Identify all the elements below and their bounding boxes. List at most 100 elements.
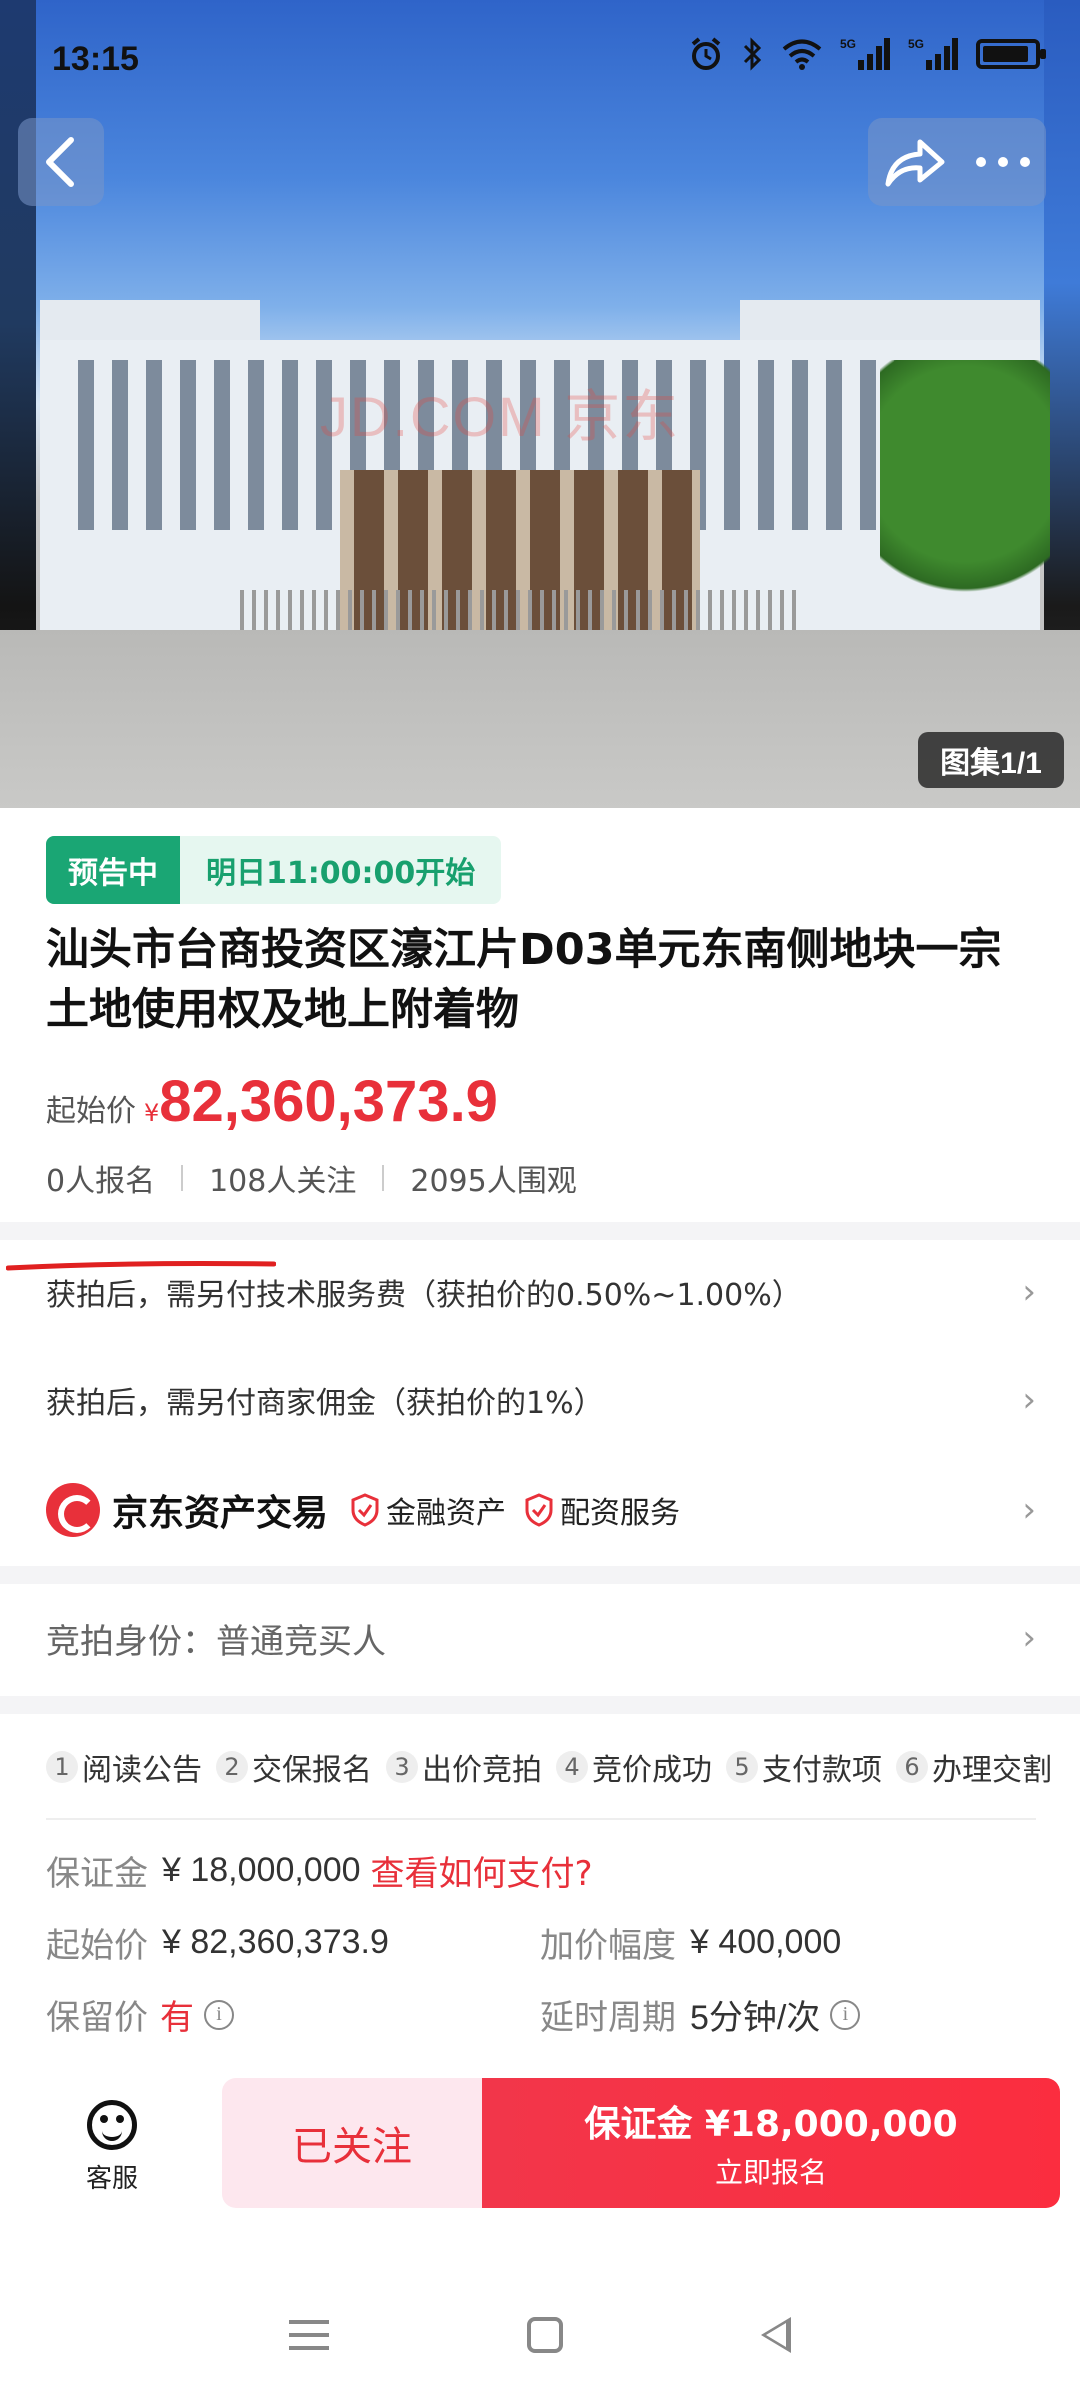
increment-row: 加价幅度 ¥ 400,000 [540,1918,841,1967]
badge-financial-assets: 金融资产 [350,1488,506,1532]
info-icon[interactable]: i [204,1999,234,2030]
tree [880,360,1050,620]
section-divider [0,1696,1080,1714]
bidder-identity-text: 竞拍身份：普通竞买人 [46,1621,386,1662]
delay-row: 延时周期 5分钟/次 i [540,1990,861,2039]
bluetooth-icon [743,37,762,71]
step-number: 2 [216,1751,248,1783]
step-number: 1 [46,1751,78,1783]
step-1: 1 阅读公告 [46,1745,202,1789]
watermark: JD.COM 京东 [320,385,681,448]
deposit-row: 保证金 ¥ 18,000,000 查看如何支付? [46,1846,593,1895]
stat-viewers: 2095人围观 [410,1164,577,1199]
step-5: 5 支付款项 [726,1745,882,1789]
section-divider [0,1566,1080,1584]
menu-icon[interactable] [289,2320,329,2350]
svg-text:5G: 5G [908,37,924,51]
process-steps[interactable]: 1 阅读公告 2 交保报名 3 出价竞拍 4 竞价成功 5 支付款项 6 办理交割 [46,1742,1080,1792]
step-number: 5 [726,1751,758,1783]
badge-label: 金融资产 [386,1496,507,1531]
top-actions [868,118,1046,206]
step-6: 6 办理交割 [896,1745,1052,1789]
reserve-row: 保留价 有 i [46,1990,234,2039]
alarm-icon [691,37,721,70]
register-button[interactable]: 保证金 ¥18,000,000 立即报名 [482,2078,1060,2208]
step-label: 阅读公告 [82,1753,202,1788]
wifi-icon [782,39,822,70]
price-value: 82,360,373.9 [159,1069,498,1134]
section-divider [0,1222,1080,1240]
merchant-name: 京东资产交易 [112,1493,329,1534]
status-badge: 预告中 [46,836,180,904]
chevron-right-icon: › [1022,1490,1036,1530]
follow-button[interactable]: 已关注 [222,2078,482,2208]
step-4: 4 竞价成功 [556,1745,712,1789]
start-price-label: 起始价 [46,1926,148,1966]
reserve-value: 有 [160,1998,194,2038]
reserve-label: 保留价 [46,1998,148,2038]
shield-check-icon [525,1493,553,1527]
back-button[interactable] [18,118,104,206]
status-bar: 13:15 5G 5G [0,0,1080,120]
how-to-pay-link[interactable]: 查看如何支付? [371,1846,593,1895]
chevron-left-icon [46,137,74,187]
divider [181,1165,184,1191]
step-label: 出价竞拍 [422,1753,542,1788]
gallery-image[interactable]: JD.COM 京东 13:15 5G 5G 图集1/1 [0,0,1080,808]
chevron-right-icon: › [1022,1380,1036,1420]
more-icon[interactable] [973,155,1033,169]
delay-value: 5分钟/次 [690,1999,821,2037]
shield-check-icon [351,1493,379,1527]
step-number: 4 [556,1751,588,1783]
step-2: 2 交保报名 [216,1745,372,1789]
delay-label: 延时周期 [540,1998,676,2038]
customer-service-button[interactable]: 客服 [70,2100,154,2195]
home-icon[interactable] [527,2317,563,2353]
stats-row: 0人报名 108人关注 2095人围观 [46,1156,577,1200]
divider [382,1165,385,1191]
price-label: 起始价 [46,1094,136,1129]
deposit-label: 保证金 [46,1854,148,1894]
start-price-value: ¥ 82,360,373.9 [162,1923,389,1961]
svg-text:5G: 5G [840,37,856,51]
price-row: 起始价 ¥ 82,360,373.9 [46,1068,498,1135]
signal-5g-icon-2: 5G [908,37,958,70]
step-3: 3 出价竞拍 [386,1745,542,1789]
step-label: 交保报名 [252,1753,372,1788]
jd-asset-logo-icon [46,1483,100,1537]
stat-registered: 0人报名 [46,1164,156,1199]
badge-label: 配资服务 [560,1496,681,1531]
step-number: 6 [896,1751,928,1783]
step-label: 办理交割 [932,1753,1052,1788]
register-deposit-label: 保证金 ¥18,000,000 [584,2104,958,2145]
fee-service-row[interactable]: 获拍后，需另付技术服务费（获拍价的0.50%~1.00%） › [46,1262,1036,1322]
fee-commission-row[interactable]: 获拍后，需另付商家佣金（获拍价的1%） › [46,1370,1036,1430]
info-icon[interactable]: i [830,1999,861,2030]
fee-commission-text: 获拍后，需另付商家佣金（获拍价的1%） [46,1386,604,1421]
increment-label: 加价幅度 [540,1926,676,1966]
fee-service-text: 获拍后，需另付技术服务费（获拍价的0.50%~1.00%） [46,1278,802,1313]
status-time: 13:15 [52,40,139,78]
page-title: 汕头市台商投资区濠江片D03单元东南侧地块一宗土地使用权及地上附着物 [46,925,1002,1035]
gallery-counter[interactable]: 图集1/1 [918,732,1064,788]
step-label: 支付款项 [762,1753,882,1788]
stat-followers: 108人关注 [209,1164,357,1199]
customer-service-label: 客服 [85,2164,138,2194]
merchant-row[interactable]: 京东资产交易 金融资产 配资服务 › [46,1478,1036,1542]
battery-icon [976,39,1046,69]
signal-5g-icon: 5G [840,37,890,70]
register-label: 立即报名 [714,2156,827,2189]
deposit-value: ¥ 18,000,000 [162,1851,361,1889]
badge-financing-service: 配资服务 [524,1488,680,1532]
increment-value: ¥ 400,000 [690,1923,842,1961]
step-label: 竞价成功 [592,1753,712,1788]
chevron-right-icon: › [1022,1272,1036,1312]
bidder-identity-row[interactable]: 竞拍身份：普通竞买人 › [46,1608,1036,1668]
status-icons: 5G 5G [688,36,1046,72]
step-number: 3 [386,1751,418,1783]
start-price-row: 起始价 ¥ 82,360,373.9 [46,1918,389,1967]
smiley-icon [87,2100,137,2150]
share-icon[interactable] [882,134,946,190]
back-nav-icon[interactable] [761,2317,791,2353]
system-navigation-bar [0,2290,1080,2380]
